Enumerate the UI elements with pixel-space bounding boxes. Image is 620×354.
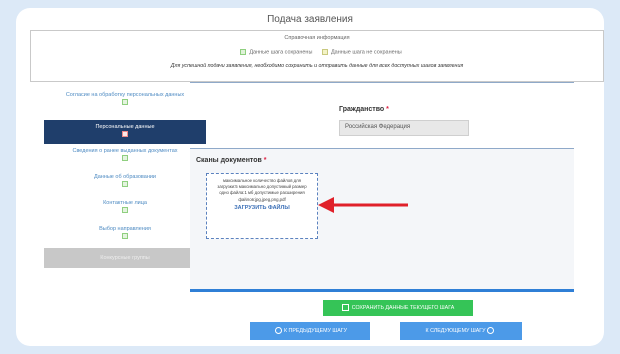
- left-arrow-icon: [274, 327, 282, 335]
- legend-saved-label: Данные шага сохранены: [249, 49, 313, 56]
- upload-files-button[interactable]: ЗАГРУЗИТЬ ФАЙЛЫ: [213, 205, 311, 211]
- saved-check-icon: [122, 233, 128, 239]
- sidebar-item-label: Выбор направления: [99, 226, 151, 232]
- info-box: Справочная информация Данные шага сохран…: [30, 30, 604, 82]
- steps-sidebar: Согласие на обработку персональных данны…: [44, 88, 206, 268]
- sidebar-item-direction[interactable]: Выбор направления: [44, 222, 206, 248]
- sidebar-item-label: Согласие на обработку персональных данны…: [65, 92, 185, 98]
- info-title: Справочная информация: [284, 35, 350, 41]
- red-arrow-icon: [318, 197, 408, 213]
- sidebar-item-label: Конкурсные группы: [100, 255, 150, 261]
- right-arrow-icon: [487, 327, 495, 335]
- sidebar-item-consent[interactable]: Согласие на обработку персональных данны…: [44, 88, 206, 120]
- citizenship-label-text: Гражданство: [339, 106, 385, 113]
- sidebar-item-education[interactable]: Данные об образовании: [44, 170, 206, 196]
- save-step-button[interactable]: СОХРАНИТЬ ДАННЫЕ ТЕКУЩЕГО ШАГА: [323, 300, 473, 316]
- saved-check-icon: [122, 99, 128, 105]
- sidebar-item-groups: Конкурсные группы: [44, 248, 206, 268]
- citizenship-field[interactable]: Российская Федерация: [339, 120, 469, 136]
- next-label: К СЛЕДУЮЩЕМУ ШАГУ: [425, 328, 486, 334]
- saved-legend-icon: [240, 49, 247, 55]
- saved-check-icon: [122, 181, 128, 187]
- next-step-button[interactable]: К СЛЕДУЮЩЕМУ ШАГУ: [400, 322, 522, 340]
- sidebar-item-label: Персональные данные: [95, 124, 155, 130]
- legend-unsaved-label: Данные шага не сохранены: [330, 49, 402, 56]
- scans-label-text: Сканы документов: [196, 157, 262, 164]
- unsaved-legend-icon: [321, 49, 328, 55]
- saved-check-icon: [122, 207, 128, 213]
- sidebar-item-personal-data[interactable]: Персональные данные: [44, 120, 206, 144]
- scans-label: Сканы документов *: [196, 157, 267, 164]
- scans-panel: Сканы документов * максимальное количест…: [190, 148, 574, 289]
- prev-step-button[interactable]: К ПРЕДЫДУЩЕМУ ШАГУ: [250, 322, 370, 340]
- sidebar-item-contacts[interactable]: Контактные лица: [44, 196, 206, 222]
- blue-divider: [190, 289, 574, 292]
- prev-label: К ПРЕДЫДУЩЕМУ ШАГУ: [283, 328, 348, 334]
- citizenship-label: Гражданство *: [339, 106, 389, 113]
- upload-dropzone[interactable]: максимальное количество файлов для загру…: [206, 173, 318, 239]
- saved-check-icon: [122, 155, 128, 161]
- save-label: СОХРАНИТЬ ДАННЫЕ ТЕКУЩЕГО ШАГА: [351, 305, 455, 311]
- legend: Данные шага сохранены Данные шага не сох…: [31, 49, 603, 55]
- unsaved-check-icon: [122, 131, 128, 137]
- sidebar-item-label: Контактные лица: [103, 200, 147, 206]
- content-header-line: [190, 82, 574, 93]
- info-note: Для успешной подачи заявления, необходим…: [170, 63, 464, 69]
- required-mark: *: [386, 106, 389, 113]
- sidebar-item-label: Сведения о ранее выданных документах: [72, 148, 178, 154]
- sidebar-item-documents[interactable]: Сведения о ранее выданных документах: [44, 144, 206, 170]
- required-mark: *: [263, 157, 267, 164]
- upload-info: максимальное количество файлов для загру…: [217, 178, 307, 202]
- save-icon: [341, 304, 349, 312]
- page-title: Подача заявления: [267, 14, 353, 25]
- sidebar-item-label: Данные об образовании: [93, 174, 157, 180]
